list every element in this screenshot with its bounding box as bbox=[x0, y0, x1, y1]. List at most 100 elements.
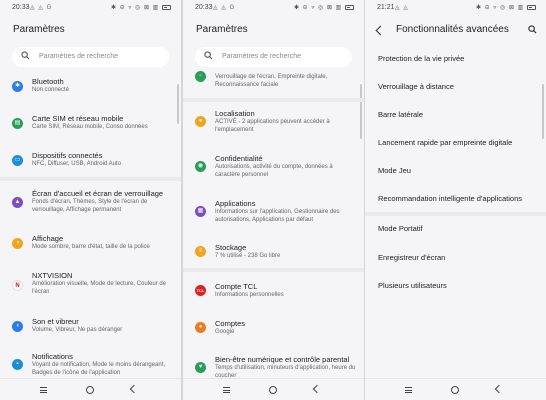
status-bar: 20:33 ◬ ◬ G ✱ ⊝ ▿ ◎ ⊠ ▥ bbox=[183, 0, 364, 16]
section-divider bbox=[365, 212, 546, 216]
item-subtitle: Fonds d'écran, Thèmes, Style de l'écran … bbox=[32, 199, 148, 213]
scrollbar[interactable] bbox=[542, 84, 544, 139]
item-subtitle: Non connecté bbox=[32, 87, 70, 93]
status-bar: 20:33 ◬ ◬ G ✱ ⊝ ▿ ◎ ⊠ ▥ bbox=[0, 0, 181, 16]
item-subtitle: Voyant de notification, Mode le moins dé… bbox=[32, 362, 166, 376]
search-placeholder: Paramètres de recherche bbox=[222, 53, 301, 60]
status-notification-icons: ◬ ◬ G bbox=[213, 5, 236, 11]
option-multiple-users[interactable]: Plusieurs utilisateurs bbox=[378, 281, 536, 290]
page-title: Paramètres bbox=[196, 24, 248, 35]
accounts-icon: ● bbox=[195, 322, 206, 333]
search-input[interactable]: Paramètres de recherche bbox=[195, 47, 352, 67]
recents-icon[interactable] bbox=[40, 387, 47, 393]
item-title: Bluetooth bbox=[32, 77, 64, 86]
section-divider bbox=[183, 268, 364, 272]
sim-card-icon: ▤ bbox=[12, 118, 23, 129]
item-subtitle: Volume, Vibreur, Ne pas déranger bbox=[32, 327, 123, 333]
status-notification-icons: ◬ ◬ bbox=[395, 5, 409, 11]
status-system-icons: ✱ ⊝ ▿ ◎ ⊠ ▥ bbox=[111, 4, 171, 11]
navigation-bar bbox=[0, 378, 181, 400]
status-time: 21:21 bbox=[377, 4, 395, 11]
status-notification-icons: ◬ ◬ G bbox=[30, 5, 53, 11]
scrollbar[interactable] bbox=[360, 84, 362, 139]
home-icon[interactable] bbox=[269, 386, 277, 394]
item-title: Stockage bbox=[215, 243, 247, 252]
notifications-icon: ▪ bbox=[12, 359, 23, 370]
navigation-bar bbox=[365, 378, 546, 400]
item-title: Dispositifs connectés bbox=[32, 151, 103, 160]
item-title: Bien-être numérique et contrôle parental bbox=[215, 355, 350, 364]
search-icon bbox=[204, 51, 213, 60]
wellbeing-icon: ♥ bbox=[195, 362, 206, 373]
home-icon[interactable] bbox=[86, 386, 94, 394]
item-subtitle: Autorisations, activité du compte, donné… bbox=[215, 164, 333, 178]
item-title: Applications bbox=[215, 199, 256, 208]
option-privacy-protection[interactable]: Protection de la vie privée bbox=[378, 54, 536, 63]
item-subtitle: 7 % utilisé - 238 Go libre bbox=[215, 253, 281, 259]
option-smart-app-recommendation[interactable]: Recommandation intelligente d'applicatio… bbox=[378, 194, 536, 203]
recents-icon[interactable] bbox=[405, 387, 412, 393]
battery-icon bbox=[527, 4, 536, 10]
page-title: Paramètres bbox=[13, 24, 65, 35]
item-title: Localisation bbox=[215, 109, 255, 118]
back-icon[interactable] bbox=[312, 384, 322, 394]
item-subtitle: Verrouillage de l'écran, Empreinte digit… bbox=[215, 74, 328, 88]
advanced-features-screen: 21:21 ◬ ◬ ✱ ⊝ ▿ ◎ ⊠ ▥ Fonctionnalités av… bbox=[365, 0, 546, 400]
item-subtitle: Amélioration visuelle, Mode de lecture, … bbox=[32, 281, 167, 295]
battery-icon bbox=[345, 4, 354, 10]
back-icon[interactable] bbox=[494, 384, 504, 394]
search-placeholder: Paramètres de recherche bbox=[39, 53, 118, 60]
option-remote-lock[interactable]: Verrouillage à distance bbox=[378, 82, 536, 91]
home-icon[interactable] bbox=[451, 386, 459, 394]
option-fingerprint-quick-launch[interactable]: Lancement rapide par empreinte digitale bbox=[378, 138, 536, 147]
devices-icon: ▭ bbox=[12, 155, 23, 166]
status-system-icons: ✱ ⊝ ▿ ◎ ⊠ ▥ bbox=[476, 4, 536, 11]
item-subtitle: Carte SIM, Réseau mobile, Conso données bbox=[32, 124, 148, 130]
status-time: 20:33 bbox=[12, 4, 30, 11]
battery-icon bbox=[162, 4, 171, 10]
search-input[interactable]: Paramètres de recherche bbox=[12, 47, 169, 67]
bluetooth-icon: ✱ bbox=[12, 81, 23, 92]
search-icon bbox=[21, 51, 30, 60]
lock-icon: ▫ bbox=[195, 71, 206, 82]
item-subtitle: Mode sombre, barre d'état, taille de la … bbox=[32, 244, 150, 250]
item-title: Compte TCL bbox=[215, 282, 258, 291]
display-icon: ◑ bbox=[12, 238, 23, 249]
status-time: 20:33 bbox=[195, 4, 213, 11]
option-sidebar[interactable]: Barre latérale bbox=[378, 110, 536, 119]
item-title: Notifications bbox=[32, 352, 73, 361]
section-divider bbox=[183, 98, 364, 102]
option-screen-recorder[interactable]: Enregistreur d'écran bbox=[378, 253, 536, 262]
back-arrow-icon[interactable] bbox=[375, 25, 386, 36]
item-title: Son et vibreur bbox=[32, 317, 79, 326]
item-title: Comptes bbox=[215, 319, 246, 328]
item-subtitle: ACTIVÉ - 2 applications peuvent accéder … bbox=[215, 119, 330, 133]
page-title: Fonctionnalités avancées bbox=[396, 24, 509, 35]
scrollbar[interactable] bbox=[177, 84, 179, 124]
item-subtitle: Google bbox=[215, 329, 235, 335]
item-subtitle: Informations personnelles bbox=[215, 292, 284, 298]
option-portable-mode[interactable]: Mode Portatif bbox=[378, 224, 536, 233]
sound-icon: ◖ bbox=[12, 321, 23, 332]
nxtvision-icon: N bbox=[12, 280, 23, 291]
settings-screen-2: 20:33 ◬ ◬ G ✱ ⊝ ▿ ◎ ⊠ ▥ Paramètres Param… bbox=[183, 0, 364, 400]
option-game-mode[interactable]: Mode Jeu bbox=[378, 166, 536, 175]
settings-screen-1: 20:33 ◬ ◬ G ✱ ⊝ ▿ ◎ ⊠ ▥ Paramètres Param… bbox=[0, 0, 181, 400]
location-icon: ● bbox=[195, 116, 206, 127]
item-subtitle: Informations sur l'application, Gestionn… bbox=[215, 209, 340, 223]
back-icon[interactable] bbox=[129, 384, 139, 394]
item-title: Carte SIM et réseau mobile bbox=[32, 114, 124, 123]
section-divider bbox=[0, 177, 181, 181]
search-icon[interactable] bbox=[528, 25, 537, 34]
tcl-account-icon: TCL bbox=[195, 285, 206, 296]
header: Fonctionnalités avancées bbox=[365, 24, 546, 38]
apps-icon: ▦ bbox=[195, 206, 206, 217]
item-title: Affichage bbox=[32, 234, 64, 243]
wallpaper-icon: ▲ bbox=[12, 197, 23, 208]
status-system-icons: ✱ ⊝ ▿ ◎ ⊠ ▥ bbox=[294, 4, 354, 11]
privacy-icon: ◉ bbox=[195, 161, 206, 172]
status-bar: 21:21 ◬ ◬ ✱ ⊝ ▿ ◎ ⊠ ▥ bbox=[365, 0, 546, 16]
recents-icon[interactable] bbox=[223, 387, 230, 393]
item-title: NXTVISION bbox=[32, 271, 73, 280]
item-title: Confidentialité bbox=[215, 154, 263, 163]
